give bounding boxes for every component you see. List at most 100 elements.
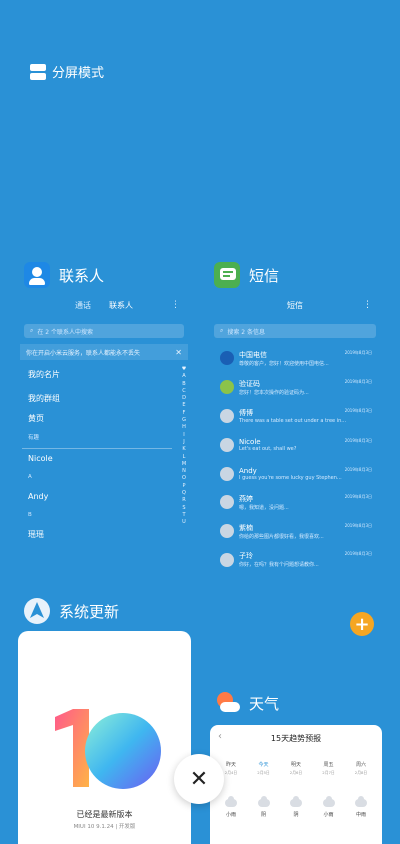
contact-item[interactable]: Nicole (18, 448, 190, 468)
message-list: 中国电信 2019年8月3日 尊敬的客户，您好！欢迎使用中国电信... 验证码 2019… (214, 344, 376, 574)
message-item[interactable]: 验证码 2019年8月3日 您好！您本次操作的验证码为... (214, 373, 376, 402)
index-letter[interactable]: N (180, 468, 188, 475)
tab-contacts[interactable]: 联系人 (109, 300, 133, 311)
index-letter[interactable]: T (180, 512, 188, 519)
index-letter[interactable]: K (180, 446, 188, 453)
message-preview: 你给的那些图片都很好看，我很喜欢... (239, 533, 324, 540)
add-button[interactable]: + (350, 612, 374, 636)
message-sender: 紫楠 (239, 523, 253, 532)
message-item[interactable]: 燕婷 2019年8月3日嗯，我知道，没问题... (214, 488, 376, 517)
message-sender: 子玲 (239, 552, 253, 561)
message-item[interactable]: 紫楠 2019年8月3日你给的那些图片都很好看，我很喜欢... (214, 517, 376, 546)
contacts-search-input[interactable]: ⌕ 在 2 个联系人中搜索 (24, 324, 184, 338)
day-date: 2月6日 (289, 770, 303, 775)
index-letter[interactable]: L (180, 454, 188, 461)
weather-app-card[interactable]: ‹ 15天趋势预报 昨天 2月4日 今天 2月5日 明天 2月6日 周五 2月7日 周六 2月8日… (210, 725, 382, 844)
forecast-conditions: 小雨 阴 阴 小雨 中雨 (216, 796, 376, 818)
index-letter[interactable]: I (180, 432, 188, 439)
forecast-day: 周六 2月8日 (346, 761, 376, 776)
more-icon[interactable]: ⋮ (363, 300, 372, 310)
close-all-button[interactable]: ✕ (174, 754, 224, 804)
avatar (220, 351, 234, 366)
my-groups-row[interactable]: 我的群组 (18, 388, 190, 408)
forecast-day: 周五 2月7日 (314, 761, 344, 776)
message-item[interactable]: 子玲 2019年8月3日 你好，在吗？我有个问题想请教你... (214, 546, 376, 575)
message-sender: Nicole (239, 437, 261, 446)
weather-app-icon (214, 690, 240, 716)
message-time: 2019年8月3日 (344, 407, 372, 413)
message-sender: 中国电信 (239, 350, 267, 359)
index-letter[interactable]: S (180, 505, 188, 512)
index-letter[interactable]: A (180, 373, 188, 380)
index-letter[interactable]: R (180, 497, 188, 504)
message-body: 紫楠 2019年8月3日你给的那些图片都很好看，我很喜欢... (239, 523, 376, 540)
index-letter[interactable]: D (180, 395, 188, 402)
message-preview: Let's eat out, shall we? (239, 445, 297, 452)
search-icon: ⌕ (30, 327, 34, 334)
more-icon[interactable]: ⋮ (171, 300, 180, 310)
message-body: 燕婷 2019年8月3日嗯，我知道，没问题... (239, 494, 376, 511)
message-sender: 傅博 (239, 408, 253, 417)
close-icon[interactable]: ✕ (175, 348, 182, 357)
index-letter[interactable]: ♥ (180, 366, 188, 373)
message-item[interactable]: Andy 2019年8月3日 I guess you're some lucky g… (214, 459, 376, 488)
contacts-app-title: 联系人 (59, 266, 105, 285)
message-time: 2019年8月3日 (344, 522, 372, 528)
paper-plane-icon (30, 602, 44, 618)
forecast-day: 今天 2月5日 (249, 761, 279, 776)
message-sender: 燕婷 (239, 494, 253, 503)
cloud-icon (225, 796, 237, 807)
cloud-service-banner[interactable]: 你在开启小米云服务，联系人都能永不丢失 ✕ (20, 344, 188, 360)
cloud-icon (290, 796, 302, 807)
letter-header: A (28, 474, 32, 480)
contact-item[interactable]: 瑶瑶 (18, 524, 190, 544)
index-letter[interactable]: E (180, 402, 188, 409)
message-preview: 尊敬的客户，您好！欢迎使用中国电信... (239, 360, 329, 367)
index-letter[interactable]: G (180, 417, 188, 424)
condition-label: 阴 (293, 812, 299, 818)
my-card-row[interactable]: 我的名片 (18, 364, 190, 384)
index-letter[interactable]: C (180, 388, 188, 395)
message-preview: 嗯，我知道，没问题... (239, 504, 289, 511)
message-item[interactable]: 傅博 2019年8月3日 There was a table set out und… (214, 402, 376, 431)
message-sender: Andy (239, 466, 257, 475)
index-letter[interactable]: Q (180, 490, 188, 497)
avatar (220, 466, 234, 481)
avatar (220, 495, 234, 510)
contacts-app-header: 联系人 (24, 262, 104, 288)
message-item[interactable]: Nicole 2019年8月3日 Let's eat out, shall we? (214, 430, 376, 459)
forecast-days: 昨天 2月4日 今天 2月5日 明天 2月6日 周五 2月7日 周六 2月8日 (216, 761, 376, 776)
messages-search-input[interactable]: ⌕ 搜索 2 条信息 (214, 324, 376, 338)
index-letter[interactable]: P (180, 483, 188, 490)
contacts-app-card[interactable]: 通话 联系人 ⋮ ⌕ 在 2 个联系人中搜索 你在开启小米云服务，联系人都能永不… (18, 292, 190, 564)
index-letter[interactable]: H (180, 424, 188, 431)
condition-label: 阴 (260, 812, 266, 818)
weather-app-title: 天气 (249, 694, 280, 713)
message-time: 2019年8月3日 (344, 493, 372, 499)
update-app-icon (24, 598, 50, 624)
index-letter[interactable]: M (180, 461, 188, 468)
split-screen-mode-button[interactable]: 分屏模式 (30, 62, 104, 81)
tab-calls[interactable]: 通话 (75, 300, 91, 311)
message-time: 2019年8月3日 (344, 437, 372, 443)
index-letter[interactable]: J (180, 439, 188, 446)
message-body: 中国电信 2019年8月3日 尊敬的客户，您好！欢迎使用中国电信... (239, 350, 376, 367)
contact-item[interactable]: Andy (18, 486, 190, 506)
message-sender: 验证码 (239, 379, 260, 388)
index-letter[interactable]: B (180, 381, 188, 388)
condition-label: 小雨 (323, 812, 334, 818)
messages-app-card[interactable]: 短信 ⋮ ⌕ 搜索 2 条信息 中国电信 2019年8月3日 尊敬的客户，您好！欢迎… (214, 292, 376, 572)
yellow-pages-row[interactable]: 黄页 (18, 408, 190, 428)
update-app-header: 系统更新 (24, 598, 119, 624)
update-app-title: 系统更新 (59, 602, 120, 621)
alphabet-index[interactable]: ♥ A B C D E F G H I J K L M N O P Q R S T U (180, 366, 188, 527)
index-letter[interactable]: U (180, 519, 188, 526)
index-letter[interactable]: F (180, 410, 188, 417)
message-item[interactable]: 中国电信 2019年8月3日 尊敬的客户，您好！欢迎使用中国电信... (214, 344, 376, 373)
messages-search-placeholder: 搜索 2 条信息 (227, 328, 266, 336)
update-app-card[interactable]: 已经是最新版本 MIUI 10 9.1.24 | 开发版 (18, 631, 191, 844)
avatar (220, 524, 234, 539)
index-letter[interactable]: O (180, 475, 188, 482)
avatar (220, 437, 234, 452)
messages-header-title: 短信 (287, 300, 303, 310)
